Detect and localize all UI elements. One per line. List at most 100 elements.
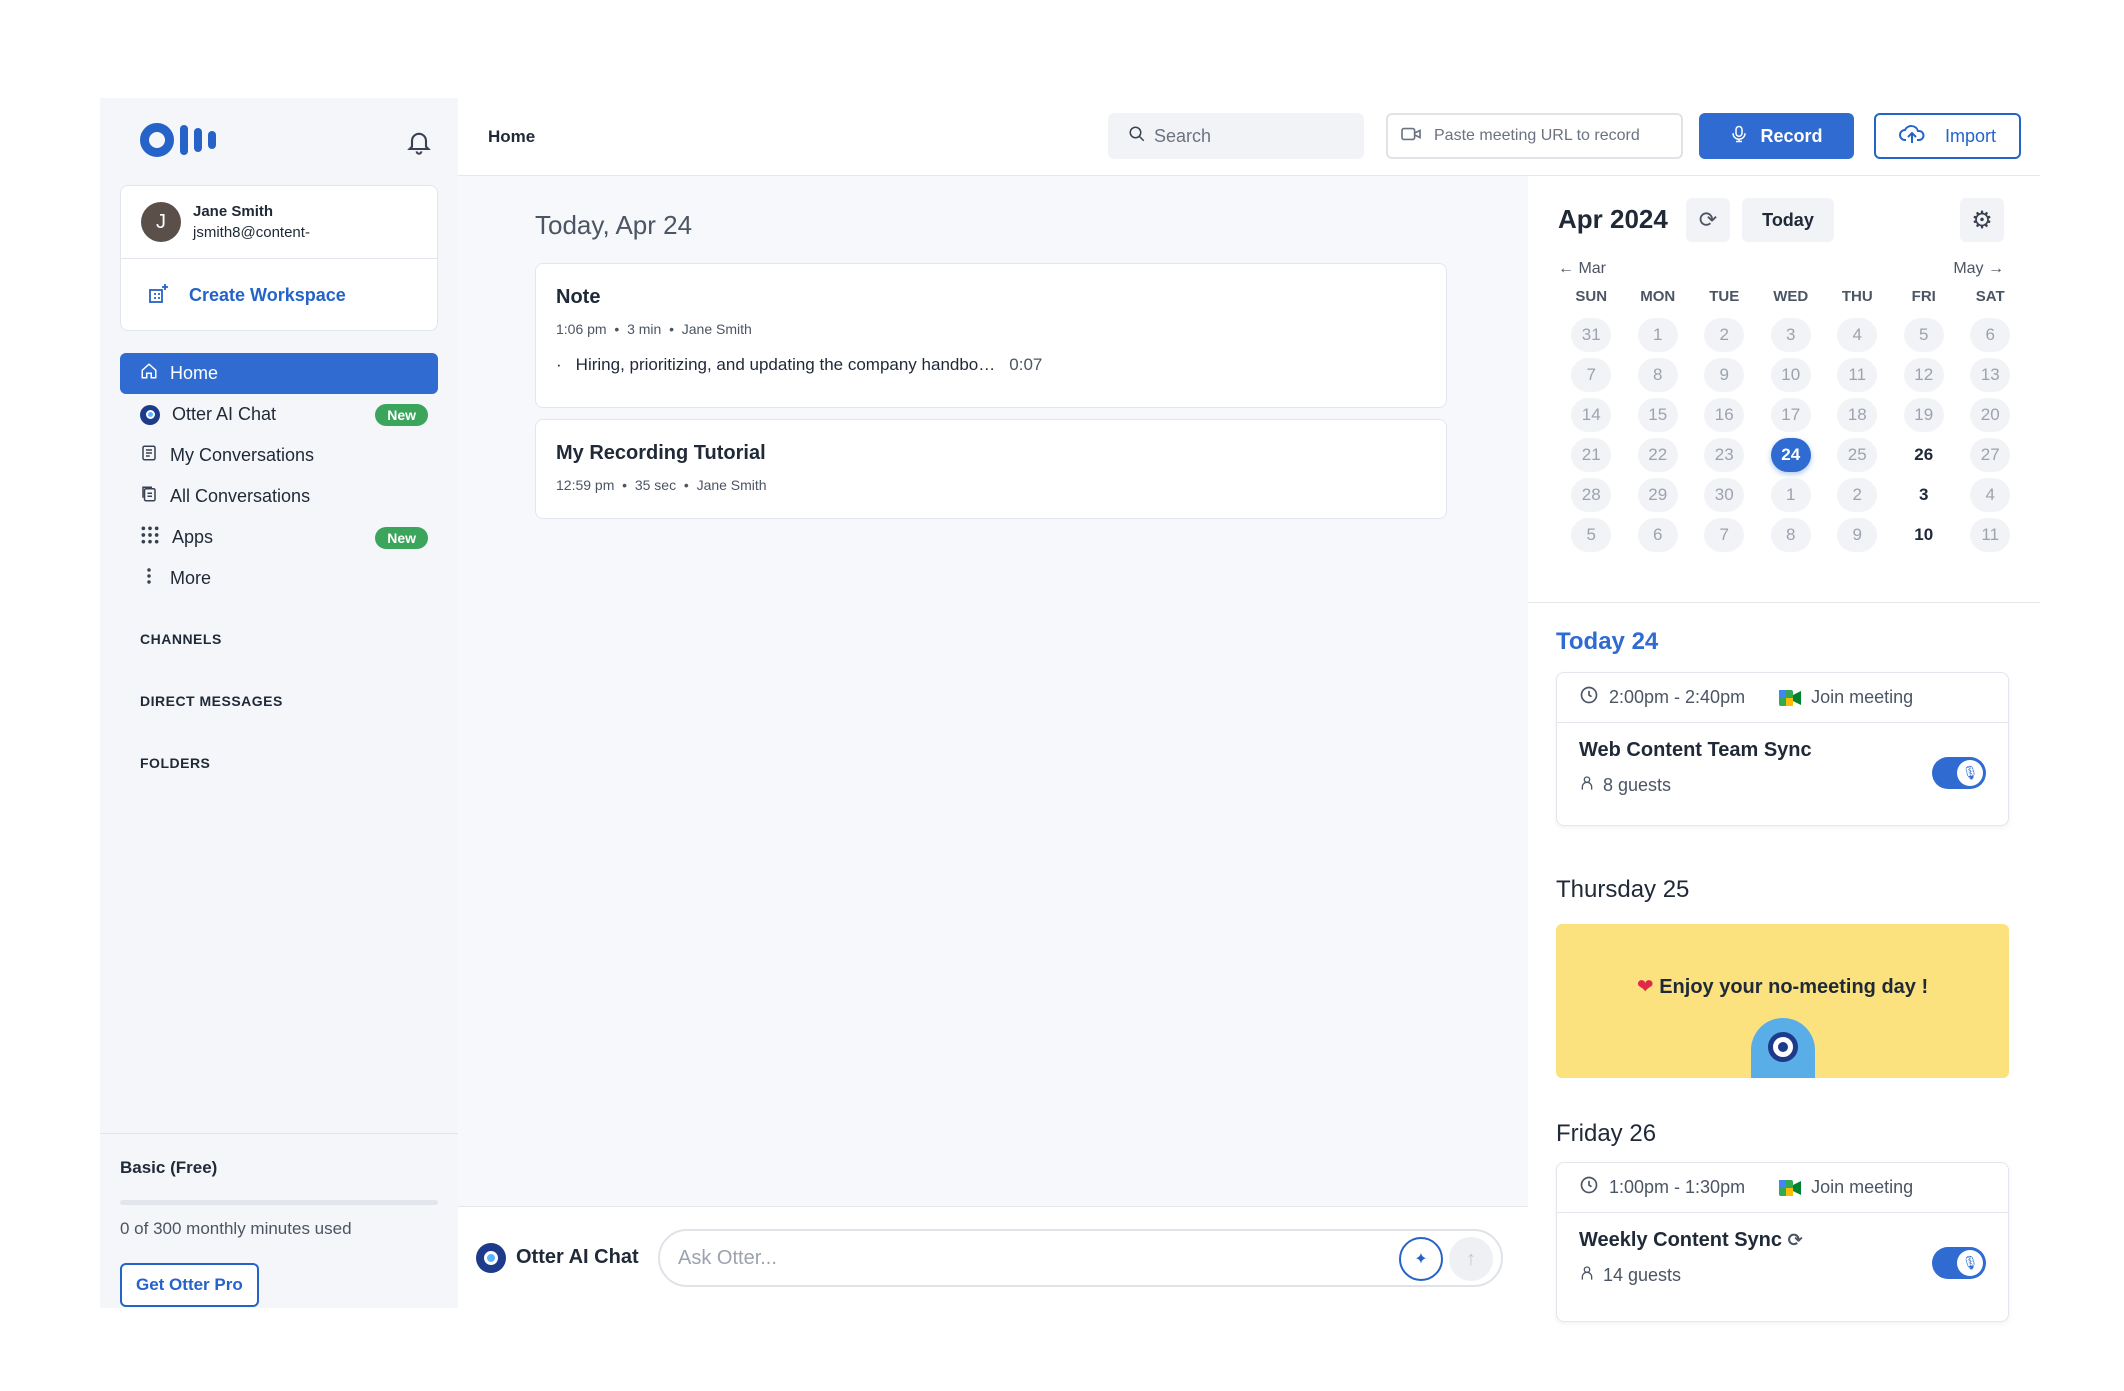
calendar-day[interactable]: 29 [1637,478,1678,512]
prev-month-link[interactable]: ← Mar [1558,260,1606,278]
join-meeting-link[interactable]: Join meeting [1779,1177,1913,1198]
conversation-meta: 12:59 pm • 35 sec • Jane Smith [556,477,767,493]
calendar-day[interactable]: 22 [1637,438,1678,472]
calendar-day[interactable]: 1 [1770,478,1811,512]
event-body: Weekly Content Sync ⟳ 14 guests 🎙 [1557,1213,2008,1303]
calendar-day[interactable]: 20 [1970,398,2011,432]
join-meeting-link[interactable]: Join meeting [1779,687,1913,708]
calendar-day[interactable]: 6 [1637,518,1678,552]
calendar-day[interactable]: 16 [1704,398,1745,432]
calendar-day[interactable]: 13 [1970,358,2011,392]
otter-mascot [1751,1018,1815,1078]
calendar-day[interactable]: 5 [1571,518,1612,552]
conversation-card-tutorial[interactable]: My Recording Tutorial 12:59 pm • 35 sec … [535,419,1447,519]
sidebar-item-label: All Conversations [170,486,311,506]
refresh-icon[interactable]: ⟳ [1686,198,1730,242]
record-button[interactable]: Record [1699,113,1854,159]
today-button[interactable]: Today [1742,198,1834,242]
conversation-snippet[interactable]: · Hiring, prioritizing, and updating the… [556,355,1426,375]
user-profile[interactable]: J Jane Smith jsmith8@content- [121,186,437,259]
calendar-panel: Apr 2024 ⟳ Today ⚙ ← Mar May → SUN MON TUE… [1528,176,2040,1322]
search-placeholder: Search [1154,125,1212,146]
calendar-day[interactable]: 28 [1571,478,1612,512]
minutes-progress-bar [120,1200,438,1205]
conversation-card-note[interactable]: Note 1:06 pm • 3 min • Jane Smith · Hiri… [535,263,1447,408]
calendar-day[interactable]: 27 [1970,438,2011,472]
calendar-day[interactable]: 3 [1904,478,1944,512]
calendar-day[interactable]: 4 [1837,318,1878,352]
auto-record-toggle[interactable]: 🎙 [1932,1247,1986,1279]
calendar-day[interactable]: 17 [1770,398,1811,432]
get-otter-pro-button[interactable]: Get Otter Pro [120,1263,259,1307]
send-arrow-icon[interactable]: ↑ [1449,1237,1493,1281]
weekday-label: SUN [1575,288,1608,305]
sidebar-item-apps[interactable]: Apps New [120,517,438,558]
calendar-day[interactable]: 11 [1970,518,2011,552]
sparkle-icon[interactable]: ✦ [1399,1237,1443,1281]
ask-otter-input[interactable]: Ask Otter... ✦ ↑ [658,1229,1503,1287]
calendar-day[interactable]: 31 [1571,318,1612,352]
import-label: Import [1944,125,1996,146]
calendar-day[interactable]: 19 [1903,398,1944,432]
sidebar: J Jane Smith jsmith8@content- Create Wor… [100,98,458,1308]
auto-record-toggle[interactable]: 🎙 [1932,757,1986,789]
google-meet-icon [1779,689,1802,706]
calendar-day[interactable]: 14 [1571,398,1612,432]
calendar-day[interactable]: 24 [1770,438,1811,472]
section-channels[interactable]: CHANNELS [140,631,222,647]
meeting-url-input[interactable]: Paste meeting URL to record [1386,113,1683,159]
calendar-day[interactable]: 5 [1903,318,1944,352]
calendar-day[interactable]: 25 [1837,438,1878,472]
calendar-day[interactable]: 10 [1904,518,1944,552]
section-direct-messages[interactable]: DIRECT MESSAGES [140,693,283,709]
event-card[interactable]: 2:00pm - 2:40pm Join meeting Web Content… [1556,672,2009,826]
event-card[interactable]: 1:00pm - 1:30pm Join meeting Weekly Cont… [1556,1162,2009,1322]
calendar-day[interactable]: 18 [1837,398,1878,432]
sidebar-item-my-conversations[interactable]: My Conversations [120,435,438,476]
calendar-day[interactable]: 11 [1837,358,1878,392]
calendar-day[interactable]: 9 [1837,518,1878,552]
sidebar-item-more[interactable]: More [120,558,438,599]
section-folders[interactable]: FOLDERS [140,755,210,771]
search-input[interactable]: Search [1108,113,1364,159]
weekday-label: MON [1640,288,1676,305]
calendar-day[interactable]: 6 [1970,318,2011,352]
next-month-link[interactable]: May → [1953,260,2004,278]
gear-icon[interactable]: ⚙ [1960,198,2004,242]
calendar-day[interactable]: 8 [1770,518,1811,552]
sidebar-item-otter-ai-chat[interactable]: Otter AI Chat New [120,394,438,435]
calendar-day[interactable]: 4 [1970,478,2011,512]
calendar-day[interactable]: 2 [1704,318,1745,352]
microphone-icon: 🎙 [1957,1250,1983,1276]
calendar-day[interactable]: 2 [1837,478,1878,512]
calendar-day[interactable]: 7 [1704,518,1745,552]
otter-icon [140,404,160,425]
otter-logo[interactable] [140,123,216,157]
calendar-day[interactable]: 10 [1770,358,1811,392]
calendar-day[interactable]: 30 [1704,478,1745,512]
breadcrumb: Home [488,126,536,146]
sidebar-item-home[interactable]: Home [120,353,438,394]
sidebar-item-all-conversations[interactable]: All Conversations [120,476,438,517]
calendar-day[interactable]: 15 [1637,398,1678,432]
calendar-day[interactable]: 8 [1637,358,1678,392]
weekday-label: SAT [1975,288,2005,305]
calendar-day[interactable]: 3 [1770,318,1811,352]
calendar-day[interactable]: 1 [1637,318,1678,352]
calendar-day[interactable]: 7 [1571,358,1612,392]
otter-icon [476,1242,506,1273]
calendar-day[interactable]: 12 [1903,358,1944,392]
calendar-day[interactable]: 23 [1704,438,1745,472]
conversation-meta: 1:06 pm • 3 min • Jane Smith [556,321,752,337]
import-button[interactable]: Import [1874,113,2021,159]
conversation-feed: Today, Apr 24 Note 1:06 pm • 3 min • Jan… [458,176,1528,1308]
create-workspace-button[interactable]: Create Workspace [121,259,437,331]
calendar-day[interactable]: 9 [1704,358,1745,392]
weekday-label: THU [1841,288,1873,305]
bell-icon[interactable] [405,128,433,156]
weekday-label: WED [1773,288,1809,305]
agenda-today-heading: Today 24 [1556,628,1659,655]
calendar-day[interactable]: 26 [1904,438,1944,472]
calendar-day[interactable]: 21 [1571,438,1612,472]
event-title: Web Content Team Sync [1579,739,1812,761]
